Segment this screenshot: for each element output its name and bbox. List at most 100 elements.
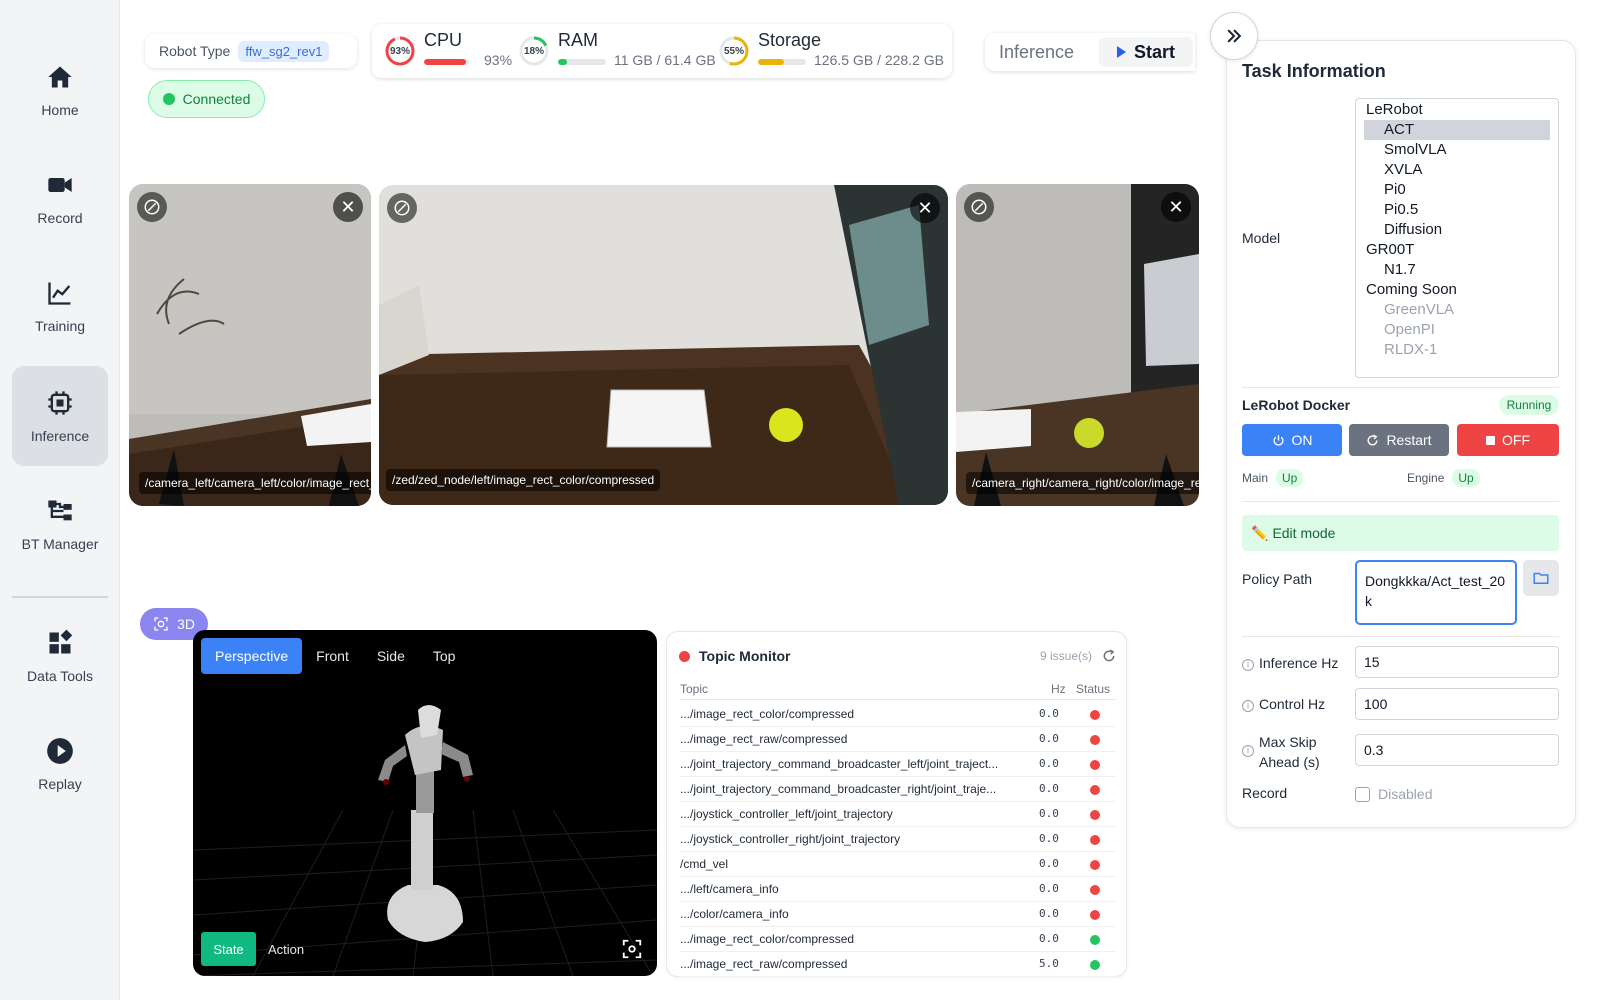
cpu-bar-fill bbox=[424, 59, 466, 65]
model-option[interactable]: N1.7 bbox=[1364, 260, 1550, 280]
storage-ring-percent: 55% bbox=[723, 45, 744, 57]
topic-name: .../joint_trajectory_command_broadcaster… bbox=[680, 757, 999, 771]
docker-off-button[interactable]: OFF bbox=[1457, 424, 1559, 456]
close-icon: ✕ bbox=[340, 196, 356, 217]
sidebar-item-bt-manager[interactable]: BT Manager bbox=[12, 474, 108, 574]
record-value: Disabled bbox=[1378, 786, 1433, 802]
topic-hz: 0.0 bbox=[1039, 932, 1059, 945]
sidebar-item-replay[interactable]: Replay bbox=[12, 714, 108, 814]
model-select-list[interactable]: LeRobot ACT SmolVLA XVLA Pi0 Pi0.5 Diffusion GR… bbox=[1355, 98, 1559, 378]
rotate-camera-button[interactable] bbox=[387, 193, 417, 223]
connection-status-text: Connected bbox=[182, 91, 251, 107]
divider bbox=[1242, 387, 1559, 388]
camera-topic-label: /camera_left/camera_left/color/image_rec… bbox=[139, 472, 371, 494]
topic-hz: 0.0 bbox=[1039, 807, 1059, 820]
ram-bar-fill bbox=[558, 59, 567, 65]
view-3d-icon bbox=[154, 617, 168, 631]
rotate-camera-button[interactable] bbox=[137, 192, 167, 222]
docker-restart-button[interactable]: Restart bbox=[1349, 424, 1449, 456]
tab-perspective[interactable]: Perspective bbox=[201, 638, 303, 674]
policy-path-label: Policy Path bbox=[1242, 571, 1313, 587]
docker-on-label: ON bbox=[1291, 432, 1313, 448]
tab-side[interactable]: Side bbox=[363, 638, 419, 674]
column-hz: Hz bbox=[1051, 682, 1066, 696]
start-button-label: Start bbox=[1133, 41, 1175, 62]
storage-bar bbox=[758, 59, 806, 65]
fullscreen-icon[interactable] bbox=[621, 938, 643, 960]
status-dot-icon bbox=[162, 93, 175, 105]
max-skip-label-row: i Max Skip Ahead (s) bbox=[1242, 732, 1320, 772]
status-dot-icon bbox=[1090, 810, 1100, 820]
browse-folder-button[interactable] bbox=[1523, 560, 1559, 596]
service-main: Main Up bbox=[1242, 467, 1304, 489]
table-row: .../image_rect_color/compressed 0.0 bbox=[679, 927, 1116, 952]
model-option[interactable]: XVLA bbox=[1364, 160, 1550, 180]
record-checkbox[interactable]: Disabled bbox=[1355, 786, 1432, 802]
tab-top[interactable]: Top bbox=[419, 638, 470, 674]
ram-stat: 18% RAM 11 GB / 61.4 GB bbox=[518, 24, 716, 78]
robot-type-selector[interactable]: Robot Type ffw_sg2_rev1 bbox=[145, 34, 357, 68]
column-topic: Topic bbox=[680, 682, 709, 696]
model-option[interactable]: SmolVLA bbox=[1364, 140, 1550, 160]
divider bbox=[1242, 501, 1559, 502]
storage-value: 126.5 GB / 228.2 GB bbox=[814, 52, 944, 68]
model-option[interactable]: Pi0 bbox=[1364, 180, 1550, 200]
topic-name: .../joystick_controller_right/joint_traj… bbox=[680, 832, 901, 846]
docker-on-button[interactable]: ON bbox=[1242, 424, 1342, 456]
model-option: OpenPI bbox=[1384, 321, 1435, 338]
service-name: Main bbox=[1242, 471, 1269, 485]
topic-name: .../color/camera_info bbox=[680, 907, 789, 921]
status-dot-icon bbox=[1090, 860, 1100, 870]
refresh-icon[interactable] bbox=[1102, 649, 1116, 663]
table-row: .../joystick_controller_right/joint_traj… bbox=[679, 827, 1116, 852]
edit-mode-banner[interactable]: ✏️ Edit mode bbox=[1242, 515, 1559, 551]
sidebar-item-inference[interactable]: Inference bbox=[12, 366, 108, 466]
line-chart-icon bbox=[45, 278, 75, 308]
topic-monitor-header: Topic Monitor 9 issue(s) bbox=[679, 644, 1116, 668]
sidebar-item-record[interactable]: Record bbox=[12, 148, 108, 248]
service-engine: Engine Up bbox=[1407, 467, 1480, 489]
inference-hz-input[interactable] bbox=[1355, 646, 1559, 678]
chip-icon bbox=[45, 388, 75, 418]
service-status-badge: Up bbox=[1452, 469, 1480, 487]
sidebar-item-home[interactable]: Home bbox=[12, 40, 108, 140]
storage-stat: 55% Storage 126.5 GB / 228.2 GB bbox=[718, 24, 948, 78]
robot-3d-viewer[interactable]: Perspective Front Side Top State Action bbox=[193, 630, 657, 976]
topic-name: .../image_rect_color/compressed bbox=[680, 707, 855, 721]
topic-name: .../left/camera_info bbox=[680, 882, 779, 896]
camera-feed-right: ✕ /camera_right/camera_right/color/image… bbox=[956, 184, 1199, 506]
close-camera-button[interactable]: ✕ bbox=[910, 193, 940, 223]
state-button[interactable]: State bbox=[201, 932, 256, 966]
max-skip-input[interactable] bbox=[1355, 734, 1559, 766]
sidebar-item-data-tools[interactable]: Data Tools bbox=[12, 606, 108, 706]
status-dot-icon bbox=[679, 650, 690, 662]
connection-status-badge: Connected bbox=[148, 80, 265, 118]
close-camera-button[interactable]: ✕ bbox=[333, 192, 363, 222]
topic-monitor-title: Topic Monitor bbox=[699, 648, 791, 664]
topic-monitor: Topic Monitor 9 issue(s) Topic Hz Status… bbox=[666, 631, 1127, 977]
control-hz-label: Control Hz bbox=[1259, 696, 1326, 712]
close-camera-button[interactable]: ✕ bbox=[1161, 192, 1191, 222]
model-option[interactable]: Diffusion bbox=[1364, 220, 1550, 240]
sidebar-item-label: Record bbox=[37, 210, 83, 226]
docker-title: LeRobot Docker bbox=[1242, 397, 1351, 413]
model-option[interactable]: ACT bbox=[1364, 120, 1550, 140]
policy-path-input[interactable]: Dongkkka/Act_test_20k bbox=[1355, 560, 1517, 625]
cpu-value: 93% bbox=[484, 52, 513, 68]
action-button[interactable]: Action bbox=[268, 932, 304, 966]
model-option[interactable]: Pi0.5 bbox=[1364, 200, 1550, 220]
inference-hz-label: Inference Hz bbox=[1259, 655, 1339, 671]
sidebar-item-training[interactable]: Training bbox=[12, 256, 108, 356]
camera-feed-center: ✕ /zed/zed_node/left/image_rect_color/co… bbox=[379, 185, 948, 505]
collapse-panel-button[interactable] bbox=[1210, 12, 1258, 60]
cpu-ring-percent: 93% bbox=[389, 45, 410, 57]
rotate-camera-button[interactable] bbox=[964, 192, 994, 222]
tab-front[interactable]: Front bbox=[302, 638, 363, 674]
camera-center-image bbox=[379, 185, 948, 505]
topic-hz: 0.0 bbox=[1039, 832, 1059, 845]
double-chevron-right-icon bbox=[1227, 29, 1242, 43]
docker-off-label: OFF bbox=[1502, 432, 1530, 448]
control-hz-input[interactable] bbox=[1355, 688, 1559, 720]
status-dot-icon bbox=[1090, 960, 1100, 970]
start-button[interactable]: Start bbox=[1099, 37, 1193, 67]
